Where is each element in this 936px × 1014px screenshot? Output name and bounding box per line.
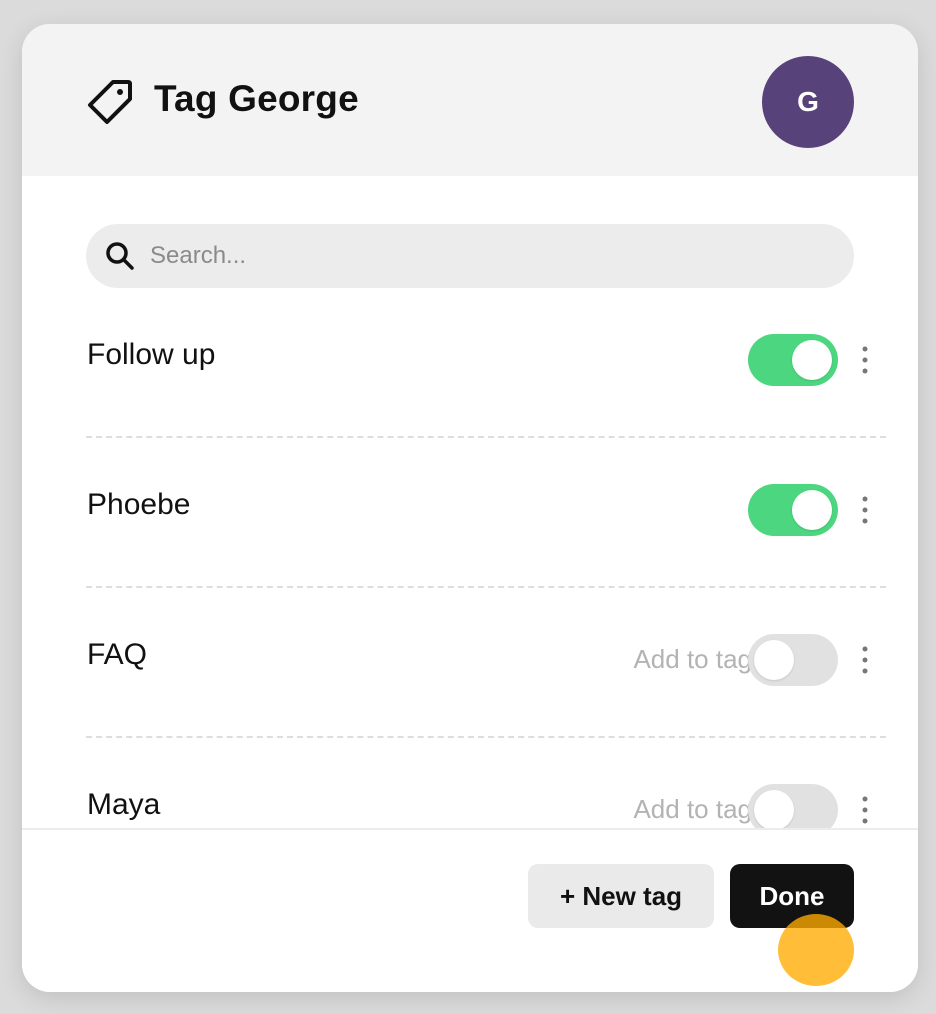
add-to-tag-hint[interactable]: Add to tag xyxy=(633,794,752,825)
tag-row: Phoebe xyxy=(86,438,886,588)
tag-list[interactable]: Follow up Phoebe FAQ Add to tag Maya Add… xyxy=(22,288,918,828)
avatar: G xyxy=(762,56,854,148)
tag-row: Follow up xyxy=(86,288,886,438)
done-button[interactable]: Done xyxy=(730,864,854,928)
tag-name: Follow up xyxy=(87,338,216,371)
more-vertical-icon[interactable] xyxy=(852,794,878,826)
tag-toggle[interactable] xyxy=(748,484,838,536)
tag-dialog: Tag George G Follow up Phoebe xyxy=(22,24,918,992)
tag-name: FAQ xyxy=(87,638,148,671)
search-input[interactable] xyxy=(150,224,830,288)
toggle-knob xyxy=(792,340,832,380)
tag-name: Maya xyxy=(87,788,161,821)
dialog-header: Tag George G xyxy=(22,24,918,176)
toggle-knob xyxy=(754,790,794,828)
more-vertical-icon[interactable] xyxy=(852,494,878,526)
more-vertical-icon[interactable] xyxy=(852,644,878,676)
tag-name: Phoebe xyxy=(87,488,191,521)
tag-toggle[interactable] xyxy=(748,634,838,686)
tag-toggle[interactable] xyxy=(748,334,838,386)
new-tag-button[interactable]: + New tag xyxy=(528,864,714,928)
more-vertical-icon[interactable] xyxy=(852,344,878,376)
tag-row: FAQ Add to tag xyxy=(86,588,886,738)
tag-row: Maya Add to tag xyxy=(86,738,886,828)
toggle-knob xyxy=(792,490,832,530)
dialog-footer: + New tag Done xyxy=(22,828,918,992)
search-bar[interactable] xyxy=(86,224,854,288)
tag-icon xyxy=(88,80,132,124)
search-icon xyxy=(106,242,134,270)
toggle-knob xyxy=(754,640,794,680)
tag-toggle[interactable] xyxy=(748,784,838,828)
dialog-title: Tag George xyxy=(154,78,359,119)
add-to-tag-hint[interactable]: Add to tag xyxy=(633,644,752,675)
